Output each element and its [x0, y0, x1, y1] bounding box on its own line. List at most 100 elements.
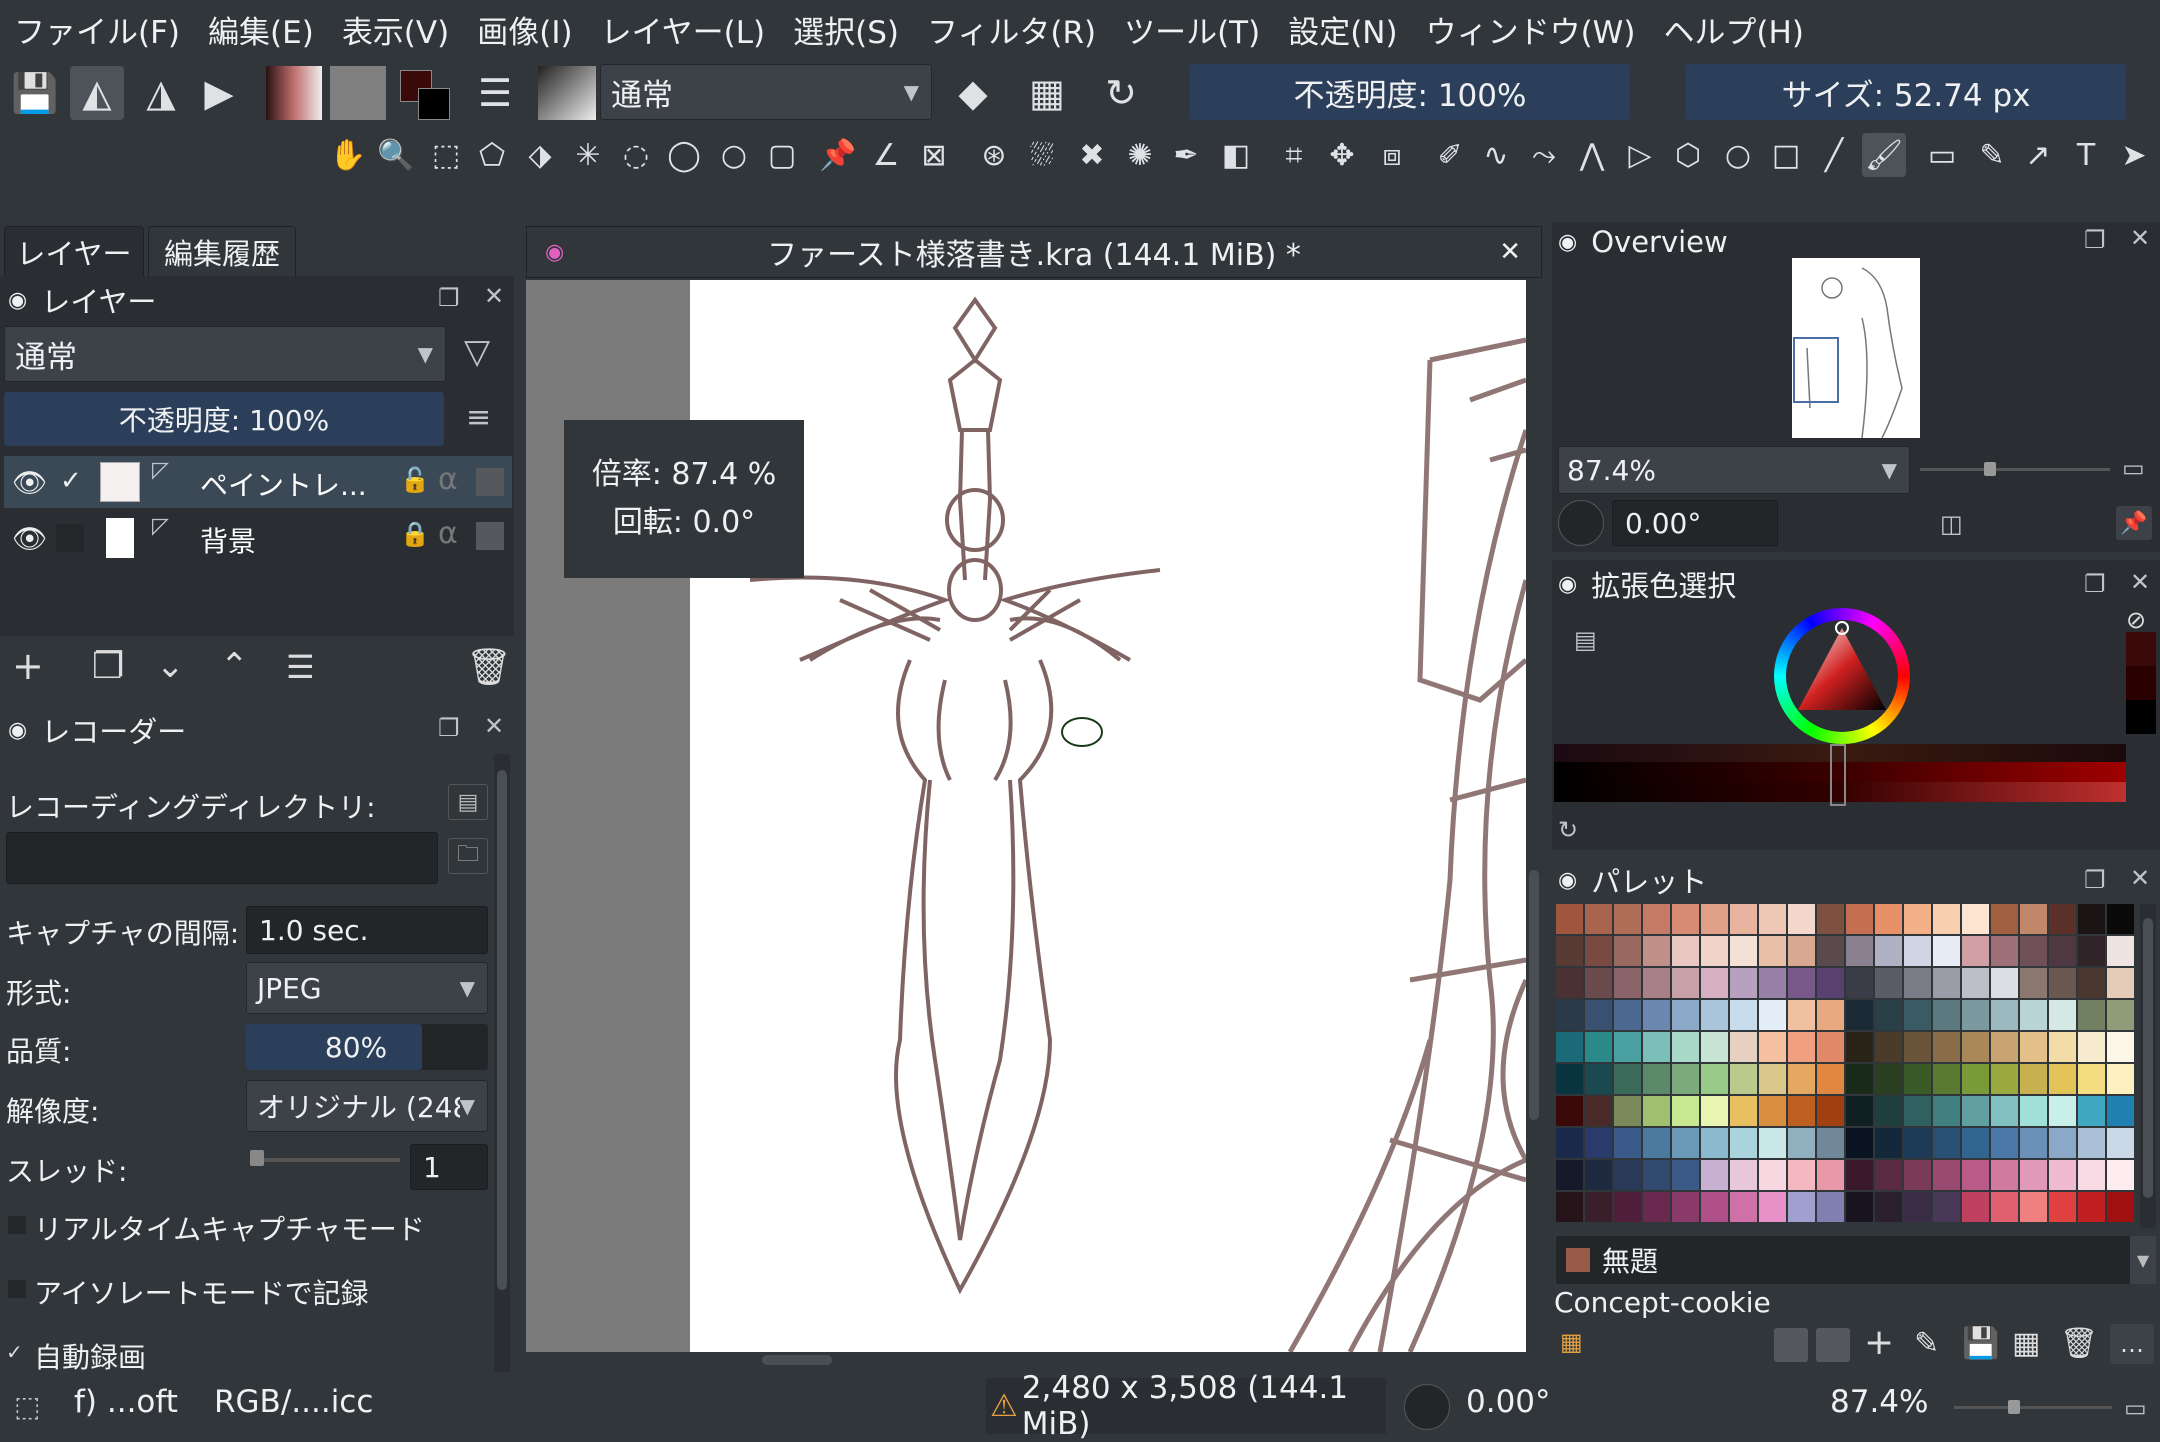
palette-swatch[interactable]	[1962, 1192, 1989, 1222]
palette-swatch[interactable]	[1788, 1096, 1815, 1126]
palette-swatch[interactable]	[1759, 1064, 1786, 1094]
polygon-icon[interactable]: ▷	[1618, 133, 1662, 177]
palette-swatch[interactable]	[1585, 1128, 1612, 1158]
palette-grid-icon[interactable]: ▦	[1560, 1328, 1583, 1356]
menu-item[interactable]: ファイル(F)	[14, 7, 180, 52]
move-icon[interactable]: ✥	[1320, 133, 1364, 177]
canvas-vscrollbar[interactable]	[1526, 280, 1542, 1352]
add-layer-icon[interactable]: +	[12, 644, 44, 688]
fg-swatch-button[interactable]	[1774, 1328, 1808, 1362]
select-similar-icon[interactable]: ⬗	[518, 133, 562, 177]
scrollbar-thumb[interactable]	[2143, 918, 2153, 1198]
transform-icon[interactable]: ⊠	[912, 133, 956, 177]
add-icon[interactable]: +	[1864, 1322, 1894, 1363]
palette-swatch[interactable]	[2107, 1192, 2134, 1222]
freehand-shape-icon[interactable]: ⬡	[1666, 133, 1710, 177]
palette-swatch[interactable]	[1846, 904, 1873, 934]
palette-swatch[interactable]	[1991, 1192, 2018, 1222]
menu-item[interactable]: 画像(I)	[477, 7, 572, 52]
palette-swatch[interactable]	[1614, 968, 1641, 998]
smart-patch-icon[interactable]: ✺	[1118, 133, 1162, 177]
move-down-icon[interactable]: ⌄	[156, 646, 185, 686]
blend-mode-select[interactable]: 通常 ▼	[600, 64, 932, 120]
palette-swatch[interactable]	[2049, 1064, 2076, 1094]
palette-swatch[interactable]	[1962, 1160, 1989, 1190]
palette-swatch[interactable]	[1614, 1160, 1641, 1190]
gradient-icon[interactable]	[266, 66, 322, 120]
scrollbar-thumb[interactable]	[497, 770, 507, 1290]
palette-swatch[interactable]	[1759, 1032, 1786, 1062]
filter-icon[interactable]: ▽	[464, 332, 490, 372]
palette-swatch[interactable]	[1672, 1064, 1699, 1094]
palette-swatch[interactable]	[1759, 1160, 1786, 1190]
open-dir-icon[interactable]: ▤	[448, 784, 488, 820]
palette-swatch[interactable]	[1788, 1032, 1815, 1062]
check-icon[interactable]: ✓	[60, 466, 82, 496]
magic-wand-icon[interactable]: ✳	[566, 133, 610, 177]
palette-swatch[interactable]	[1875, 1160, 1902, 1190]
palette-swatch[interactable]	[2049, 1096, 2076, 1126]
palette-swatch[interactable]	[1730, 1160, 1757, 1190]
palette-swatch[interactable]	[1817, 936, 1844, 966]
freehand-brush-icon[interactable]: 🖌	[1862, 133, 1906, 177]
palette-swatch[interactable]	[1875, 968, 1902, 998]
reference-icon[interactable]: ⊛	[972, 133, 1016, 177]
palette-swatch[interactable]	[2049, 1192, 2076, 1222]
overview-thumbnail[interactable]	[1792, 258, 1920, 439]
menu-item[interactable]: ウィンドウ(W)	[1426, 7, 1636, 52]
palette-swatch[interactable]	[2107, 1128, 2134, 1158]
palette-swatch[interactable]	[1585, 1032, 1612, 1062]
palette-swatch[interactable]	[2049, 1160, 2076, 1190]
palette-swatch[interactable]	[2020, 1160, 2047, 1190]
lock-icon[interactable]: 🔓	[400, 466, 430, 494]
status-zoom-handle[interactable]	[2008, 1400, 2020, 1414]
line-icon[interactable]: ╱	[1812, 133, 1856, 177]
palette-swatch[interactable]	[1904, 1128, 1931, 1158]
more-icon[interactable]: …	[2110, 1324, 2154, 1364]
trash-icon[interactable]: 🗑	[466, 646, 512, 688]
rotation-spinbox[interactable]: 0.00°	[1612, 500, 1778, 546]
float-icon[interactable]: ❐	[2084, 570, 2106, 598]
status-zoom-slider[interactable]	[1954, 1406, 2112, 1409]
palette-swatch[interactable]	[1585, 904, 1612, 934]
overview-zoom-slider[interactable]	[1920, 468, 2110, 471]
palette-swatch[interactable]	[1759, 904, 1786, 934]
palette-swatch[interactable]	[2020, 968, 2047, 998]
palette-swatch[interactable]	[1614, 1000, 1641, 1030]
palette-swatch[interactable]	[1643, 1000, 1670, 1030]
recorder-scrollbar[interactable]	[494, 754, 510, 1372]
select-bezier-icon[interactable]: ◯	[662, 133, 706, 177]
close-icon[interactable]: ✕	[2130, 568, 2150, 596]
palette-swatch[interactable]	[1933, 1064, 1960, 1094]
palette-swatch[interactable]	[1672, 1000, 1699, 1030]
pattern-icon[interactable]	[330, 66, 386, 120]
palette-swatch[interactable]	[1962, 968, 1989, 998]
lock-icon[interactable]: ◉	[8, 288, 27, 313]
palette-swatch[interactable]	[1672, 1160, 1699, 1190]
saturation-triangle[interactable]	[1774, 608, 1910, 744]
palette-swatch[interactable]	[1672, 1128, 1699, 1158]
canvas[interactable]	[690, 280, 1526, 1352]
refresh-icon[interactable]: ↻	[1558, 816, 1578, 844]
opacity-slider[interactable]: 不透明度: 100%	[1190, 64, 1630, 120]
close-icon[interactable]: ✕	[2130, 864, 2150, 892]
palette-swatch[interactable]	[1730, 904, 1757, 934]
palette-swatch[interactable]	[1643, 1096, 1670, 1126]
threads-slider-handle[interactable]	[250, 1150, 264, 1166]
palette-swatch[interactable]	[2107, 904, 2134, 934]
palette-swatch[interactable]	[2049, 1128, 2076, 1158]
palette-swatch[interactable]	[1933, 936, 1960, 966]
palette-swatch[interactable]	[1701, 968, 1728, 998]
text-icon[interactable]: T	[2064, 133, 2108, 177]
palette-swatch[interactable]	[1991, 1000, 2018, 1030]
palette-swatch[interactable]	[2078, 904, 2105, 934]
resolution-select[interactable]: オリジナル (248 ▼	[246, 1080, 488, 1132]
palette-swatch[interactable]	[1817, 904, 1844, 934]
palette-swatch[interactable]	[1556, 936, 1583, 966]
threads-spinbox[interactable]: 1	[410, 1144, 488, 1190]
interval-spinbox[interactable]: 1.0 sec.	[246, 906, 488, 954]
palette-swatch[interactable]	[1817, 1160, 1844, 1190]
palette-swatch[interactable]	[1933, 1128, 1960, 1158]
palette-swatch[interactable]	[1933, 1096, 1960, 1126]
palette-swatch[interactable]	[1730, 1064, 1757, 1094]
